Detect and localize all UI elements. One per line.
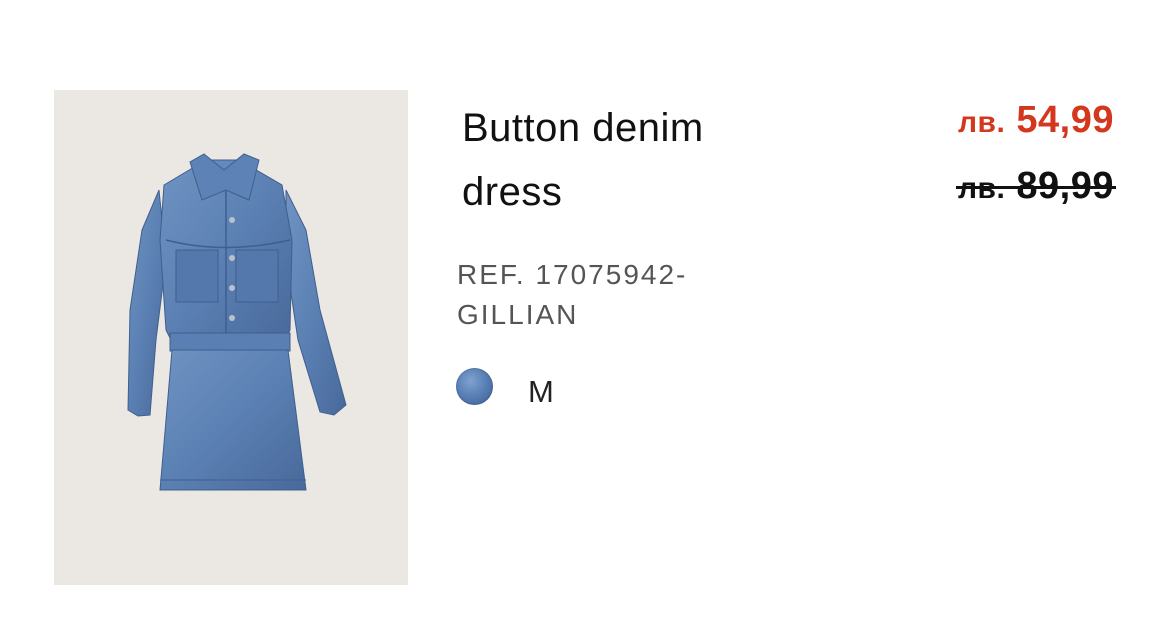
original-price: лв. 89,99	[956, 162, 1116, 213]
denim-dress-photo	[127, 153, 347, 491]
sale-price-amount: 54,99	[1016, 99, 1114, 141]
product-title[interactable]: Button denim dress	[462, 96, 792, 224]
product-title-line2: dress	[462, 170, 563, 214]
strikethrough-line	[956, 186, 1116, 189]
reference-line1: REF. 17075942-	[457, 259, 688, 290]
color-swatch[interactable]	[456, 368, 493, 405]
product-image[interactable]	[54, 90, 408, 585]
product-card[interactable]: Button denim dress REF. 17075942- GILLIA…	[0, 0, 1170, 619]
sale-price: лв. 54,99	[958, 96, 1114, 147]
size-label: M	[528, 374, 554, 409]
product-title-line1: Button denim	[462, 106, 704, 150]
product-reference: REF. 17075942- GILLIAN	[457, 255, 757, 335]
sale-price-currency: лв.	[958, 106, 1006, 139]
reference-line2: GILLIAN	[457, 299, 579, 330]
